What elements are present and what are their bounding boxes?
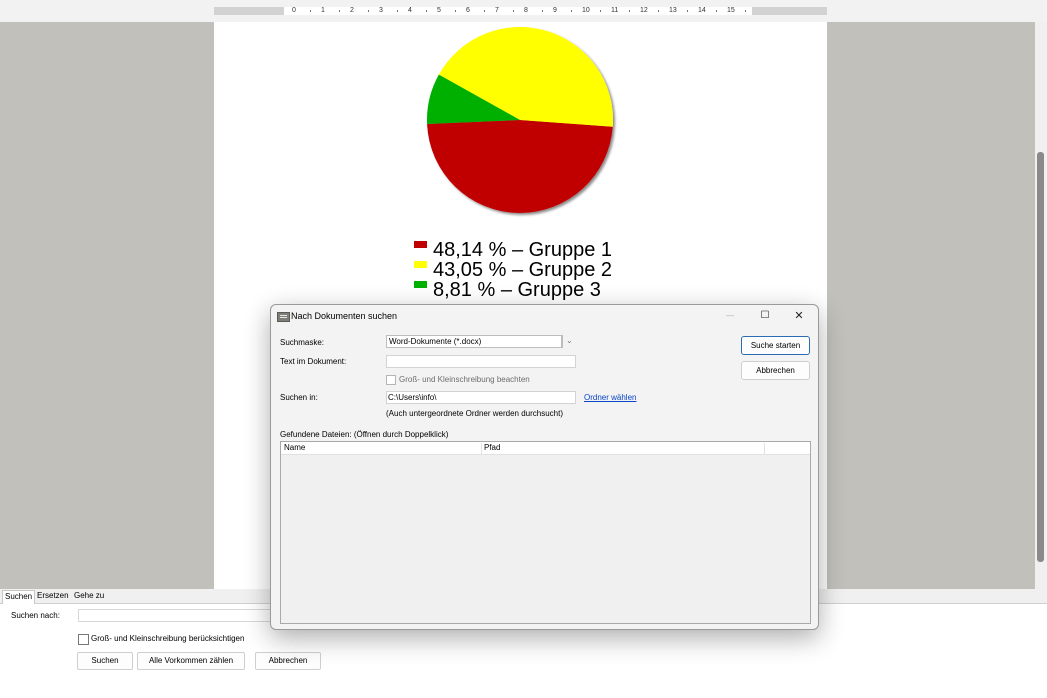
choose-folder-link[interactable]: Ordner wählen xyxy=(584,393,636,402)
ruler-tick xyxy=(600,10,601,12)
search-documents-dialog: Nach Dokumenten suchen — ☐ ✕ Suchmaske: … xyxy=(270,304,819,630)
ruler-tick xyxy=(310,10,311,12)
pie-chart xyxy=(427,26,613,214)
ruler-tick xyxy=(658,10,659,12)
ruler-tick xyxy=(368,10,369,12)
count-all-button[interactable]: Alle Vorkommen zählen xyxy=(137,652,245,670)
ruler-number: 14 xyxy=(698,7,706,14)
folder-input[interactable]: C:\Users\info\ xyxy=(386,391,576,404)
ruler-number: 15 xyxy=(727,7,735,14)
ruler-tick xyxy=(542,10,543,12)
ruler-tick xyxy=(513,10,514,12)
ruler-number: 9 xyxy=(553,7,557,14)
case-sensitive-checkbox[interactable] xyxy=(78,634,89,645)
ruler-tick xyxy=(455,10,456,12)
legend-swatch-1 xyxy=(414,241,427,248)
ruler-tick xyxy=(571,10,572,12)
search-input[interactable] xyxy=(78,609,280,622)
close-button[interactable]: ✕ xyxy=(786,307,812,325)
maximize-button[interactable]: ☐ xyxy=(752,307,778,325)
ruler-tick xyxy=(397,10,398,12)
legend-swatch-3 xyxy=(414,281,427,288)
search-label: Suchen nach: xyxy=(11,611,60,620)
ruler-number: 8 xyxy=(524,7,528,14)
ruler-number: 12 xyxy=(640,7,648,14)
select-divider xyxy=(562,335,563,348)
column-path[interactable]: Pfad xyxy=(484,443,765,454)
results-label: Gefundene Dateien: (Öffnen durch Doppelk… xyxy=(280,430,449,439)
dialog-titlebar[interactable]: Nach Dokumenten suchen — ☐ ✕ xyxy=(271,305,818,327)
start-search-button[interactable]: Suche starten xyxy=(741,336,810,355)
folder-label: Suchen in: xyxy=(280,393,318,402)
ruler-number: 10 xyxy=(582,7,590,14)
ruler-number: 13 xyxy=(669,7,677,14)
ruler-number: 3 xyxy=(379,7,383,14)
case-sensitive-label: Groß- und Kleinschreibung berücksichtige… xyxy=(91,634,245,643)
ruler-number: 6 xyxy=(466,7,470,14)
ruler-number: 1 xyxy=(321,7,325,14)
mask-select[interactable]: Word-Dokumente (*.docx) ⌄ xyxy=(386,335,573,348)
ruler-tick xyxy=(339,10,340,12)
chevron-down-icon[interactable]: ⌄ xyxy=(566,336,573,345)
list-header: Name Pfad xyxy=(281,442,810,455)
ruler-tick xyxy=(716,10,717,12)
ruler-number: 2 xyxy=(350,7,354,14)
dialog-title: Nach Dokumenten suchen xyxy=(291,311,398,321)
cancel-button[interactable]: Abbrechen xyxy=(741,361,810,380)
ruler-tick xyxy=(745,10,746,12)
ruler-number: 5 xyxy=(437,7,441,14)
ruler-number: 4 xyxy=(408,7,412,14)
mask-value: Word-Dokumente (*.docx) xyxy=(389,337,482,346)
pie-slice-1 xyxy=(427,120,613,214)
ruler-tick xyxy=(484,10,485,12)
text-label: Text im Dokument: xyxy=(280,357,347,366)
legend-label-1: 48,14 % – Gruppe 1 xyxy=(433,239,613,261)
mask-label: Suchmaske: xyxy=(280,338,325,347)
folder-value: C:\Users\info\ xyxy=(388,393,437,402)
case-label: Groß- und Kleinschreibung beachten xyxy=(399,375,530,384)
tab-ersetzen[interactable]: Ersetzen xyxy=(35,590,71,603)
app-icon xyxy=(277,312,290,322)
ruler-number: 7 xyxy=(495,7,499,14)
ruler-number: 11 xyxy=(611,7,619,14)
legend-swatch-2 xyxy=(414,261,427,268)
ruler[interactable] xyxy=(284,7,752,15)
column-name[interactable]: Name xyxy=(284,443,482,454)
vertical-scrollbar[interactable] xyxy=(1035,22,1047,592)
ruler-tick xyxy=(426,10,427,12)
cancel-find-button[interactable]: Abbrechen xyxy=(255,652,321,670)
subfolder-note: (Auch untergeordnete Ordner werden durch… xyxy=(386,409,563,418)
text-input[interactable] xyxy=(386,355,576,368)
case-checkbox[interactable] xyxy=(386,375,396,385)
legend-label-3: 8,81 % – Gruppe 3 xyxy=(433,279,601,301)
tab-suchen[interactable]: Suchen xyxy=(2,590,36,604)
scrollbar-thumb[interactable] xyxy=(1037,152,1044,562)
minimize-button[interactable]: — xyxy=(717,307,743,325)
results-list[interactable]: Name Pfad xyxy=(280,441,811,624)
tab-gehe-zu[interactable]: Gehe zu xyxy=(72,590,106,603)
search-button[interactable]: Suchen xyxy=(77,652,133,670)
ruler-tick xyxy=(629,10,630,12)
ruler-tick xyxy=(687,10,688,12)
ruler-number: 0 xyxy=(292,7,296,14)
legend-label-2: 43,05 % – Gruppe 2 xyxy=(433,259,613,281)
